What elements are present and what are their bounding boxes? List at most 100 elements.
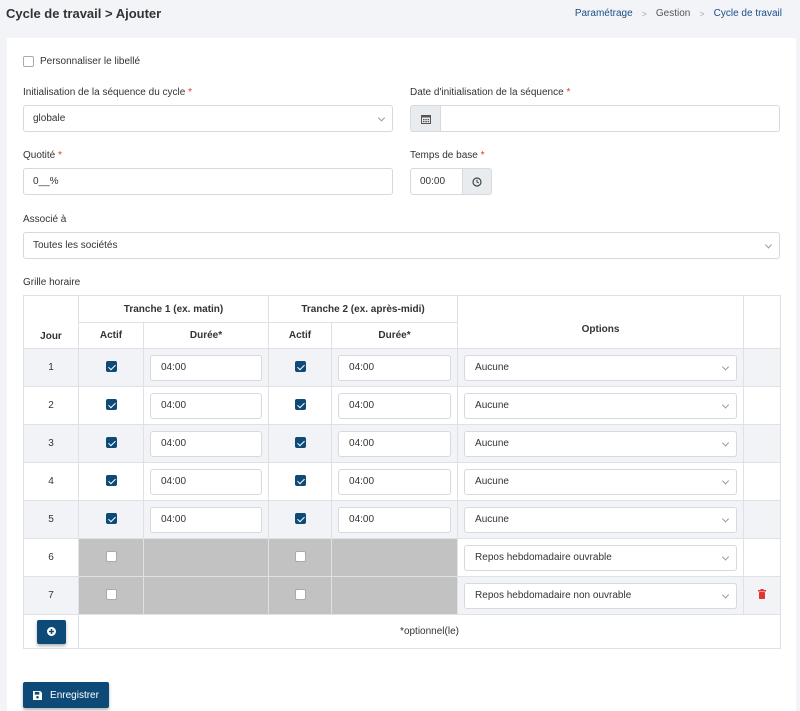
header-day: Jour (23, 295, 79, 349)
duration-2-input[interactable]: 04:00 (338, 354, 452, 381)
active-2-cell (268, 462, 333, 501)
custom-label-row: Personnaliser le libellé (23, 56, 140, 67)
header-actions (743, 295, 782, 349)
duration-1-cell (142, 538, 270, 577)
active-1-cell (78, 386, 144, 425)
active-1-cell (78, 538, 144, 577)
option-cell: Aucune (457, 500, 745, 539)
sequence-init-select[interactable]: globale (23, 105, 393, 132)
active-1-checkbox[interactable] (105, 550, 117, 562)
active-2-checkbox[interactable] (294, 474, 306, 486)
clock-addon[interactable] (462, 168, 492, 195)
active-1-checkbox[interactable] (105, 474, 117, 486)
trash-icon[interactable] (758, 589, 767, 599)
table-row: 2 04:00 04:00 Aucune (23, 386, 782, 425)
table-row: 7 Repos hebdomadaire non ouvrable (23, 576, 782, 615)
active-2-cell (268, 348, 333, 387)
active-2-checkbox[interactable] (294, 512, 306, 524)
option-select[interactable]: Aucune (464, 468, 738, 495)
save-button[interactable]: Enregistrer (23, 682, 109, 708)
chevron-down-icon (764, 240, 773, 249)
day-cell: 4 (23, 462, 79, 501)
chevron-down-icon (721, 438, 730, 447)
active-2-checkbox[interactable] (294, 588, 306, 600)
day-cell: 6 (23, 538, 79, 577)
option-select[interactable]: Aucune (464, 430, 738, 457)
chevron-right-icon: > (641, 8, 647, 19)
duration-1-input[interactable]: 04:00 (150, 354, 263, 381)
active-2-cell (268, 386, 333, 425)
breadcrumb-gestion: Gestion (655, 8, 691, 19)
duration-2-cell: 04:00 (331, 348, 459, 387)
breadcrumb: Paramétrage > Gestion > Cycle de travail (575, 8, 782, 19)
associated-select[interactable]: Toutes les sociétés (23, 232, 780, 259)
plus-circle-icon (46, 627, 56, 636)
chevron-down-icon (377, 113, 386, 122)
option-cell: Aucune (457, 424, 745, 463)
action-cell (743, 348, 782, 387)
grid-title: Grille horaire (23, 277, 81, 288)
base-time-input[interactable]: 00:00 (410, 168, 463, 195)
duration-2-cell: 04:00 (331, 386, 459, 425)
breadcrumb-cycle-de-travail[interactable]: Cycle de travail (714, 8, 782, 19)
option-select[interactable]: Aucune (464, 506, 738, 533)
duration-1-input[interactable]: 04:00 (150, 392, 263, 419)
active-2-cell (268, 538, 333, 577)
breadcrumb-parametrage[interactable]: Paramétrage (575, 8, 633, 19)
chevron-down-icon (721, 590, 730, 599)
chevron-down-icon (721, 362, 730, 371)
duration-2-input[interactable]: 04:00 (338, 468, 452, 495)
duration-1-input[interactable]: 04:00 (150, 468, 263, 495)
add-row-button[interactable] (36, 619, 66, 644)
calendar-addon[interactable] (410, 105, 441, 132)
active-1-checkbox[interactable] (105, 436, 117, 448)
header-active-1: Actif (78, 322, 144, 349)
duration-2-cell: 04:00 (331, 462, 459, 501)
duration-1-cell (142, 576, 270, 615)
chevron-down-icon (721, 514, 730, 523)
chevron-down-icon (721, 552, 730, 561)
base-time-value: 00:00 (420, 176, 446, 187)
custom-label-text: Personnaliser le libellé (40, 56, 141, 67)
option-select[interactable]: Repos hebdomadaire non ouvrable (464, 582, 738, 609)
required-mark: * (58, 150, 62, 161)
option-cell: Repos hebdomadaire ouvrable (457, 538, 745, 577)
option-value: Aucune (475, 438, 509, 449)
sequence-init-value: globale (33, 113, 66, 124)
active-1-checkbox[interactable] (105, 512, 117, 524)
duration-2-input[interactable]: 04:00 (338, 506, 452, 533)
active-1-checkbox[interactable] (105, 360, 117, 372)
action-cell (743, 462, 782, 501)
active-2-cell (268, 424, 333, 463)
active-1-cell (78, 462, 144, 501)
chevron-down-icon (721, 476, 730, 485)
duration-1-input[interactable]: 04:00 (150, 430, 263, 457)
custom-label-checkbox[interactable] (23, 56, 34, 67)
active-2-checkbox[interactable] (294, 360, 306, 372)
option-value: Repos hebdomadaire ouvrable (475, 552, 612, 563)
duration-2-input[interactable]: 04:00 (338, 392, 452, 419)
duration-2-input[interactable]: 04:00 (338, 430, 452, 457)
duration-1-cell: 04:00 (142, 424, 270, 463)
header-slot2: Tranche 2 (ex. après-midi) (268, 295, 459, 323)
clock-icon (472, 176, 482, 187)
grid-footer-row: *optionnel(le) (23, 614, 782, 649)
active-2-checkbox[interactable] (294, 550, 306, 562)
table-row: 3 04:00 04:00 Aucune (23, 424, 782, 463)
quotite-input[interactable]: 0__% (23, 168, 393, 195)
sequence-init-label-text: Initialisation de la séquence du cycle (23, 87, 186, 98)
active-2-checkbox[interactable] (294, 436, 306, 448)
active-2-checkbox[interactable] (294, 398, 306, 410)
active-2-cell (268, 500, 333, 539)
sequence-date-input[interactable] (440, 105, 780, 132)
calendar-icon (420, 114, 431, 124)
duration-1-input[interactable]: 04:00 (150, 506, 263, 533)
active-1-checkbox[interactable] (105, 588, 117, 600)
header-slot1: Tranche 1 (ex. matin) (77, 295, 270, 323)
active-1-checkbox[interactable] (105, 398, 117, 410)
option-select[interactable]: Aucune (464, 354, 738, 381)
day-cell: 5 (23, 500, 79, 539)
option-value: Aucune (475, 400, 509, 411)
option-select[interactable]: Aucune (464, 392, 738, 419)
option-select[interactable]: Repos hebdomadaire ouvrable (464, 544, 738, 571)
